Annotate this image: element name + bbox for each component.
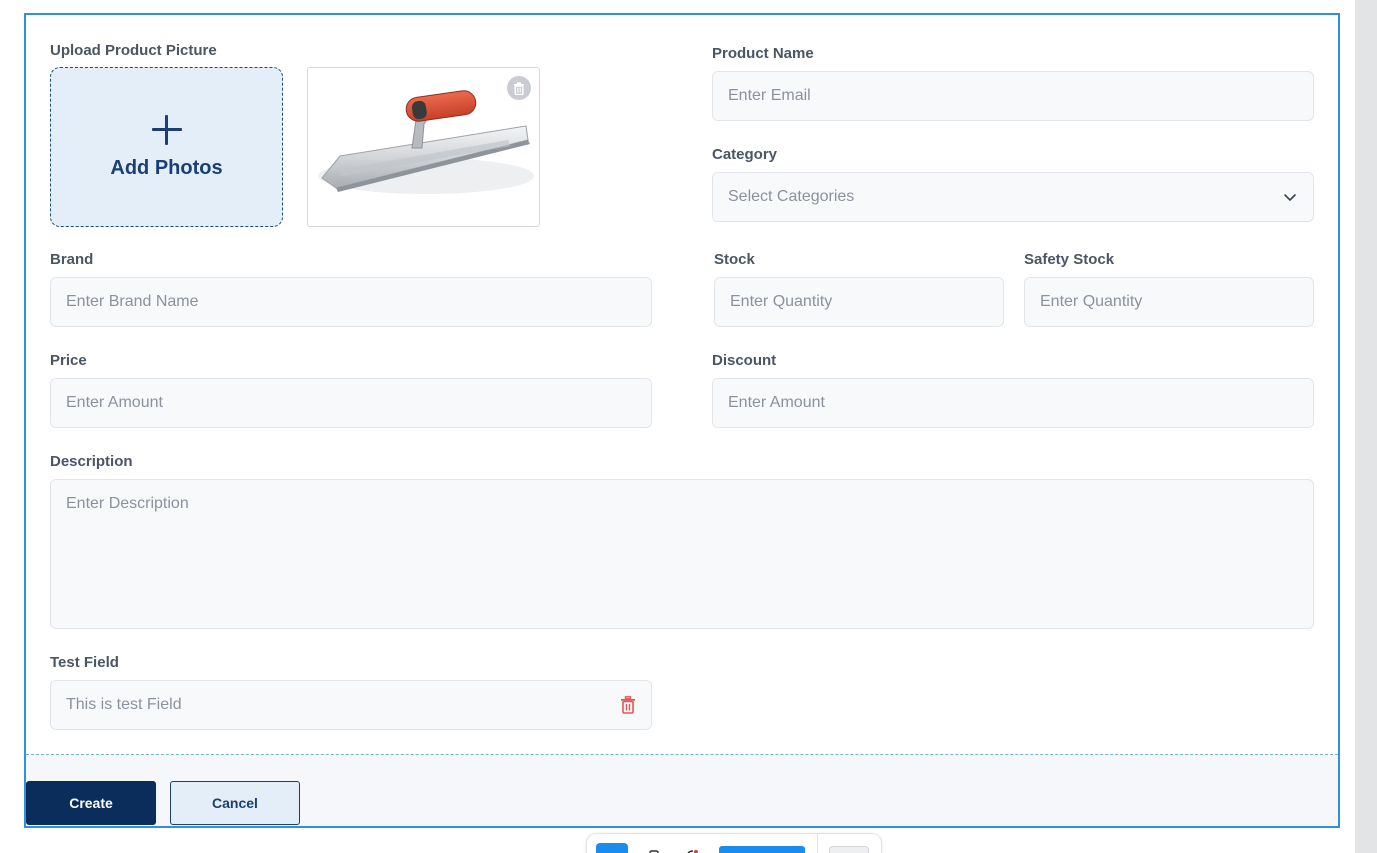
- product-name-input[interactable]: Enter Email: [712, 71, 1314, 121]
- stock-placeholder: Enter Quantity: [730, 293, 833, 310]
- trash-icon: [514, 81, 524, 95]
- comment-icon[interactable]: [685, 847, 699, 853]
- price-placeholder: Enter Amount: [66, 394, 163, 411]
- category-select[interactable]: Select Categories: [712, 172, 1314, 222]
- chevron-down-icon: [1284, 194, 1296, 201]
- safety-stock-label: Safety Stock: [1024, 251, 1115, 268]
- plus-icon: [151, 114, 182, 145]
- discount-input[interactable]: Enter Amount: [712, 378, 1314, 428]
- test-field-label: Test Field: [50, 654, 119, 671]
- stock-label: Stock: [714, 251, 755, 268]
- floating-toolbar: [586, 833, 882, 853]
- safety-stock-placeholder: Enter Quantity: [1040, 293, 1143, 310]
- price-input[interactable]: Enter Amount: [50, 378, 652, 428]
- discount-label: Discount: [712, 352, 777, 369]
- trowel-image: [318, 90, 534, 194]
- price-label: Price: [50, 352, 87, 369]
- trash-icon[interactable]: [620, 696, 636, 714]
- pointer-tool-button[interactable]: [596, 843, 628, 853]
- upload-label: Upload Product Picture: [50, 42, 217, 59]
- description-placeholder: Enter Description: [66, 495, 189, 512]
- add-photos-label: Add Photos: [110, 156, 223, 179]
- safety-stock-input[interactable]: Enter Quantity: [1024, 277, 1314, 327]
- category-label: Category: [712, 146, 778, 163]
- category-placeholder: Select Categories: [728, 188, 855, 205]
- toolbar-divider: [817, 834, 818, 853]
- create-button[interactable]: Create: [26, 781, 156, 825]
- discount-placeholder: Enter Amount: [728, 394, 825, 411]
- product-form: Upload Product Picture Add Photos Produc…: [24, 13, 1340, 828]
- test-field-placeholder: This is test Field: [66, 696, 182, 713]
- page-scrollbar[interactable]: [1355, 0, 1377, 853]
- add-photos-button[interactable]: Add Photos: [50, 67, 283, 227]
- product-photo-preview: [307, 67, 540, 227]
- test-field-input[interactable]: This is test Field: [50, 680, 652, 730]
- hand-icon[interactable]: [647, 847, 661, 853]
- share-button[interactable]: [719, 846, 805, 853]
- cancel-button[interactable]: Cancel: [170, 781, 300, 825]
- toggle-control[interactable]: [829, 846, 869, 853]
- brand-label: Brand: [50, 251, 94, 268]
- description-label: Description: [50, 453, 133, 470]
- brand-placeholder: Enter Brand Name: [66, 293, 199, 310]
- product-name-placeholder: Enter Email: [728, 87, 811, 104]
- delete-photo-button[interactable]: [507, 76, 531, 100]
- product-name-label: Product Name: [712, 45, 814, 62]
- description-textarea[interactable]: Enter Description: [50, 479, 1314, 629]
- brand-input[interactable]: Enter Brand Name: [50, 277, 652, 327]
- stock-input[interactable]: Enter Quantity: [714, 277, 1004, 327]
